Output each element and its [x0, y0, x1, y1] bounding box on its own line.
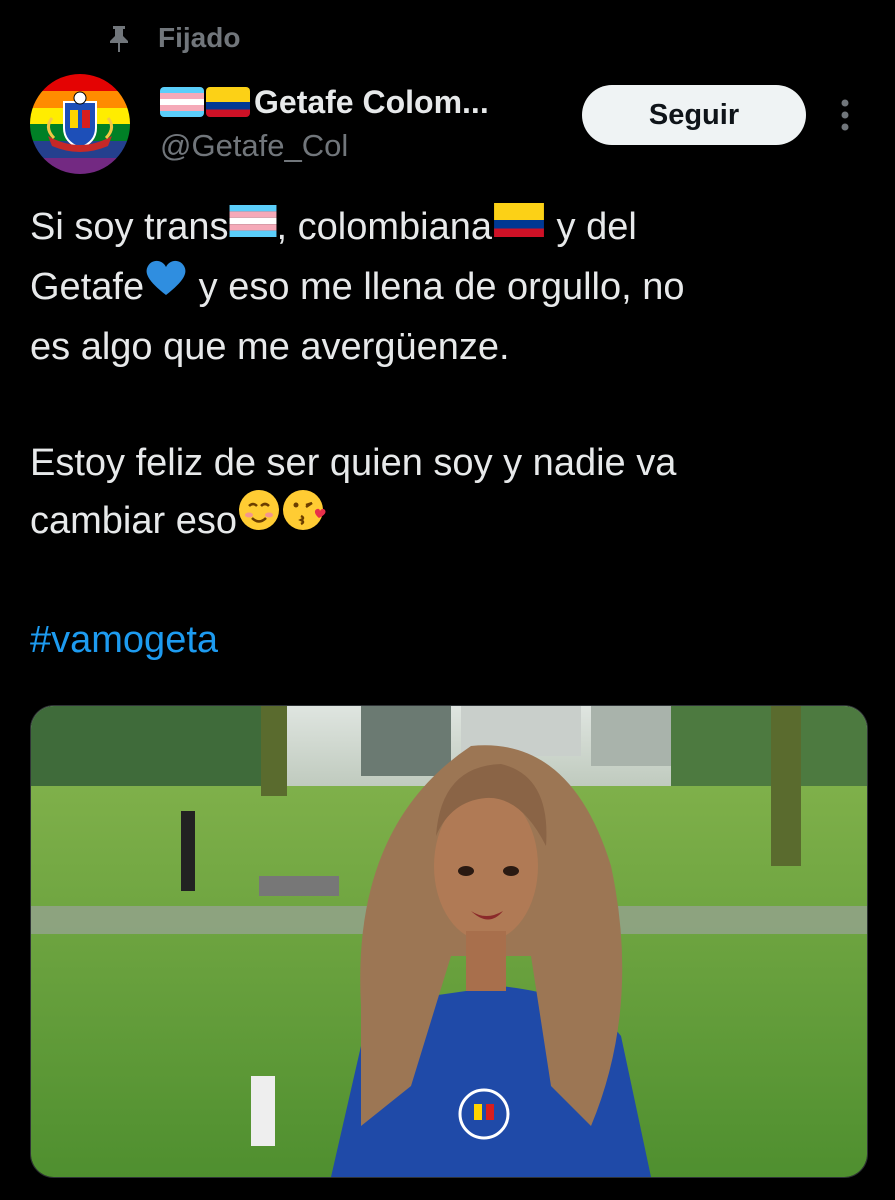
tweet-text-segment: cambiar eso: [30, 499, 237, 542]
pin-icon: [110, 26, 128, 52]
tweet-text-segment: y eso me llena de orgullo, no: [188, 265, 685, 308]
tweet-line: cambiar eso: [30, 490, 870, 553]
more-vertical-icon[interactable]: [832, 96, 858, 136]
avatar[interactable]: [30, 74, 130, 174]
blue-heart-icon: [144, 256, 188, 314]
colombia-flag-icon: [206, 87, 250, 117]
tweet-media[interactable]: [30, 705, 868, 1178]
tweet-line: Getafe y eso me llena de orgullo, no: [30, 258, 870, 318]
tweet-line: Estoy feliz de ser quien soy y nadie va: [30, 441, 677, 484]
author-name-row[interactable]: Getafe Colom...: [160, 80, 489, 124]
tweet-text-segment: Si soy trans: [30, 206, 229, 248]
colombia-flag-icon: [492, 196, 546, 254]
user-handle[interactable]: @Getafe_Col: [160, 128, 348, 164]
photo-person-in-park-icon: [31, 706, 867, 1177]
tweet-line: es algo que me avergüenze.: [30, 325, 510, 368]
hashtag-link[interactable]: #vamogeta: [30, 619, 218, 661]
smiling-face-icon: [237, 488, 281, 549]
tweet-line: Si soy trans , colombiana y del: [30, 198, 870, 258]
getafe-colombia-pride-logo-icon: [30, 74, 130, 174]
trans-flag-icon: [160, 87, 204, 117]
trans-flag-icon: [229, 196, 277, 254]
display-name[interactable]: Getafe Colom...: [254, 84, 489, 121]
pinned-indicator: Fijado: [108, 18, 240, 58]
pinned-label: Fijado: [158, 22, 241, 53]
tweet-text-segment: Getafe: [30, 265, 145, 308]
tweet-text-segment: , colombiana: [276, 206, 492, 248]
tweet-text-segment: y del: [546, 206, 637, 248]
kissing-face-icon: [281, 488, 329, 549]
tweet-line: #vamogeta: [30, 611, 870, 669]
tweet-text: Si soy trans , colombiana y del Getafe y …: [30, 198, 870, 669]
follow-button[interactable]: Seguir: [582, 85, 806, 145]
